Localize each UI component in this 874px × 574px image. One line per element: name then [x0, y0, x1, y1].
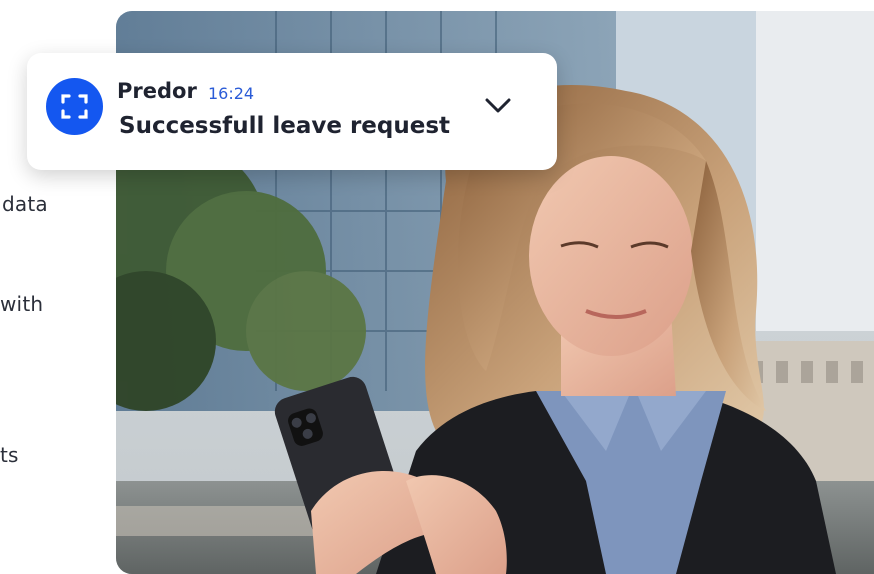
- scan-frame-icon: [46, 78, 103, 135]
- page: data with ts Predor 16:24 Successfull le…: [0, 0, 874, 574]
- notification-app-name: Predor: [117, 79, 197, 103]
- notification-message: Successfull leave request: [119, 113, 451, 139]
- feature-text-3: ts: [0, 443, 19, 467]
- feature-text-2: with: [0, 292, 44, 316]
- notification-time: 16:24: [208, 84, 255, 103]
- chevron-down-icon[interactable]: [481, 90, 515, 120]
- notification-card[interactable]: Predor 16:24 Successfull leave request: [27, 53, 557, 170]
- feature-text-1: data: [2, 192, 48, 216]
